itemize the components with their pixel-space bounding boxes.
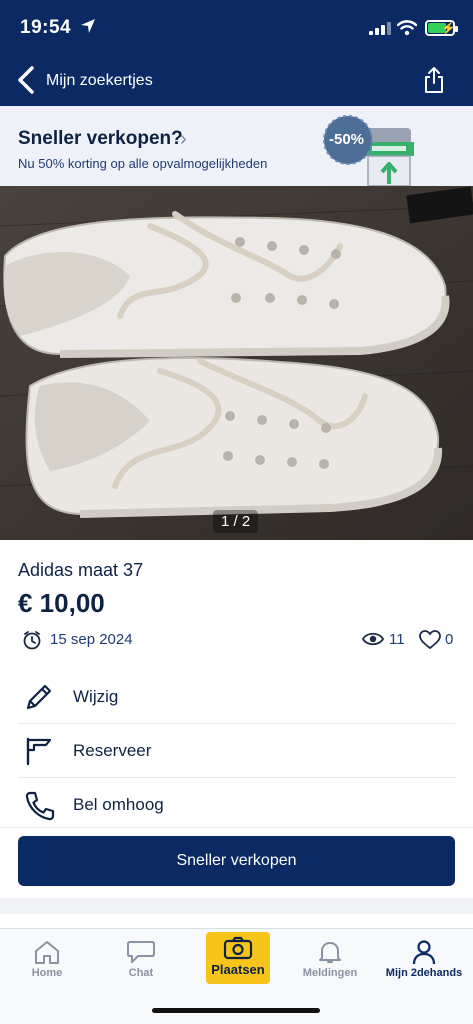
bump-action-label: Bel omhoog — [73, 795, 164, 814]
listing-date: 15 sep 2024 — [50, 631, 133, 648]
user-icon — [412, 940, 436, 965]
battery-icon: ⚡ — [425, 20, 458, 36]
back-button-label[interactable]: Mijn zoekertjes — [46, 72, 153, 90]
tab-plaatsen-label: Plaatsen — [211, 962, 265, 977]
listing-title: Adidas maat 37 — [18, 560, 144, 580]
share-icon[interactable] — [423, 66, 445, 94]
tab-mijn-2dehands[interactable]: Mijn 2dehands — [377, 935, 471, 989]
pencil-icon — [26, 684, 52, 710]
status-bar: 19:54 ⚡ — [0, 0, 473, 56]
like-count: 0 — [445, 631, 454, 648]
promo-badge: -50% — [329, 131, 365, 148]
sell-faster-button[interactable]: Sneller verkopen — [18, 836, 455, 886]
home-icon — [35, 941, 59, 964]
promo-sign-illustration — [323, 115, 414, 187]
listing-price: € 10,00 — [18, 588, 105, 618]
view-count: 11 — [389, 631, 405, 648]
flag-icon — [26, 737, 52, 766]
eye-icon — [362, 632, 384, 646]
clock-icon — [23, 631, 41, 650]
tab-chat-label: Chat — [128, 967, 154, 979]
tab-home-label: Home — [31, 967, 63, 979]
bump-action[interactable]: Bel omhoog — [18, 778, 455, 832]
tab-plaatsen[interactable]: Plaatsen — [206, 932, 270, 984]
listing-photo[interactable] — [0, 186, 473, 540]
location-arrow-icon — [81, 19, 95, 33]
promo-title: Sneller verkopen? — [18, 128, 183, 149]
gallery-counter: 1 / 2 — [213, 510, 259, 533]
signal-icon — [369, 22, 391, 35]
chat-icon — [127, 941, 155, 963]
tab-meldingen[interactable]: Meldingen — [283, 935, 377, 989]
bell-icon — [319, 942, 341, 963]
reserve-action-label: Reserveer — [73, 741, 152, 760]
section-gap — [0, 898, 473, 914]
header: 19:54 ⚡ Mijn zoekertjes — [0, 0, 473, 106]
tab-home[interactable]: Home — [0, 935, 94, 989]
status-time: 19:54 — [20, 17, 72, 38]
heart-icon[interactable] — [419, 630, 441, 650]
phone-icon — [25, 791, 55, 821]
camera-icon — [223, 936, 253, 960]
listing-meta: 15 sep 2024 11 0 — [18, 628, 455, 652]
home-indicator — [152, 1008, 320, 1013]
back-chevron-icon[interactable] — [14, 65, 38, 95]
reserve-action[interactable]: Reserveer — [18, 724, 455, 778]
nav-bar: Mijn zoekertjes — [0, 56, 473, 106]
wifi-icon — [397, 20, 417, 36]
chevron-right-icon: › — [180, 128, 187, 150]
divider — [0, 827, 473, 828]
tab-meldingen-label: Meldingen — [302, 967, 358, 979]
sneakers-image — [0, 186, 473, 540]
action-list: Wijzig Reserveer Bel omhoog — [18, 670, 455, 832]
edit-action[interactable]: Wijzig — [18, 670, 455, 724]
edit-action-label: Wijzig — [73, 687, 119, 706]
promo-subtitle: Nu 50% korting op alle opvalmogelijkhede… — [18, 156, 268, 171]
tab-chat[interactable]: Chat — [94, 935, 188, 989]
tab-mijn-2dehands-label: Mijn 2dehands — [385, 967, 463, 979]
